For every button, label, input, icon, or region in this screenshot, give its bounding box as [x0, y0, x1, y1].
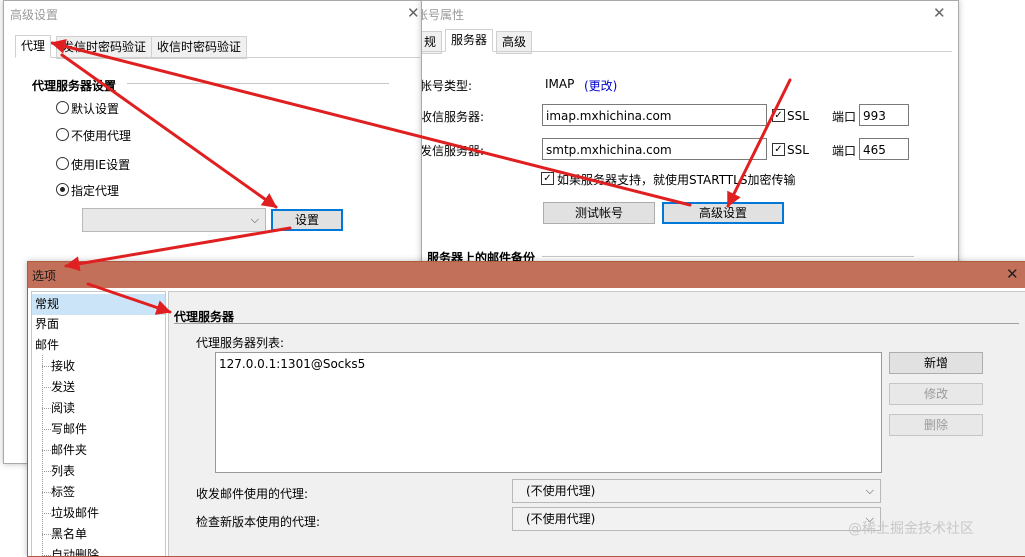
tree-tick	[42, 471, 51, 472]
close-icon[interactable]: ✕	[1006, 265, 1019, 283]
update-proxy-label: 检查新版本使用的代理:	[196, 515, 321, 529]
proxy-list[interactable]: 127.0.0.1:1301@Socks5	[215, 352, 882, 473]
outgoing-server-input[interactable]: smtp.mxhichina.com	[542, 138, 767, 160]
radio-no-proxy[interactable]	[56, 128, 69, 141]
tab-panel-border	[15, 57, 420, 58]
incoming-port-label: 端口	[832, 110, 857, 124]
outgoing-server-label: 发信服务器:	[421, 144, 485, 158]
account-type-label: 帐号类型:	[421, 79, 473, 93]
update-proxy-select[interactable]: (不使用代理) ⌵	[512, 507, 881, 531]
section-divider	[174, 323, 1019, 324]
starttls-label: 如果服务器支持，就使用STARTTLS加密传输	[557, 173, 796, 187]
radio-ie-label: 使用IE设置	[71, 158, 131, 172]
section-divider	[127, 83, 389, 84]
advanced-settings-titlebar: 高级设置 ✕	[4, 1, 426, 27]
outgoing-ssl-label: SSL	[787, 143, 809, 157]
mail-proxy-label: 收发邮件使用的代理:	[196, 487, 309, 501]
delete-proxy-button[interactable]: 删除	[889, 414, 983, 436]
tab-panel-border	[422, 51, 952, 52]
incoming-port-input[interactable]: 993	[859, 104, 909, 126]
tree-tick	[42, 555, 51, 556]
close-icon[interactable]: ✕	[407, 4, 420, 22]
radio-ie[interactable]	[56, 157, 69, 170]
chevron-down-icon: ⌵	[865, 484, 874, 497]
account-properties-window: 帐号属性 ✕ 规 服务器 高级 帐号类型: IMAP (更改) 收信服务器: i…	[421, 0, 959, 270]
tree-tick	[42, 450, 51, 451]
nav-item-mail[interactable]: 邮件	[35, 335, 59, 356]
watermark: @稀土掘金技术社区	[848, 521, 974, 537]
tree-line	[42, 355, 43, 556]
tree-tick	[42, 387, 51, 388]
mail-proxy-value: (不使用代理)	[526, 484, 596, 498]
tree-tick	[42, 429, 51, 430]
settings-button[interactable]: 设置	[271, 209, 343, 231]
options-titlebar: 选项 ✕	[28, 262, 1025, 288]
tab-receive-auth[interactable]: 收信时密码验证	[151, 36, 248, 59]
mail-proxy-select[interactable]: (不使用代理) ⌵	[512, 479, 881, 503]
nav-item-blacklist[interactable]: 黑名单	[51, 524, 87, 545]
nav-item-general[interactable]: 常规	[32, 294, 165, 315]
advanced-settings-button[interactable]: 高级设置	[662, 202, 784, 224]
tree-tick	[42, 513, 51, 514]
outgoing-port-label: 端口	[832, 144, 857, 158]
tab-send-auth[interactable]: 发信时密码验证	[56, 36, 153, 59]
options-title: 选项	[32, 269, 57, 283]
radio-no-proxy-label: 不使用代理	[71, 129, 132, 143]
nav-item-compose[interactable]: 写邮件	[51, 419, 87, 440]
account-properties-title: 帐号属性	[422, 8, 465, 22]
proxy-select[interactable]: ⌵	[82, 208, 266, 232]
nav-item-auto-delete[interactable]: 自动删除	[51, 545, 99, 556]
edit-proxy-button[interactable]: 修改	[889, 383, 983, 405]
outgoing-port-input[interactable]: 465	[859, 138, 909, 160]
nav-item-read[interactable]: 阅读	[51, 398, 75, 419]
incoming-server-label: 收信服务器:	[421, 110, 485, 124]
advanced-settings-title: 高级设置	[10, 8, 59, 22]
tab-proxy[interactable]: 代理	[15, 35, 52, 58]
nav-item-tags[interactable]: 标签	[51, 482, 75, 503]
radio-default-label: 默认设置	[71, 102, 120, 116]
proxy-list-label: 代理服务器列表:	[196, 336, 285, 350]
backup-divider	[542, 256, 914, 257]
incoming-ssl-label: SSL	[787, 109, 809, 123]
add-proxy-button[interactable]: 新增	[889, 352, 983, 374]
nav-item-receive[interactable]: 接收	[51, 356, 75, 377]
account-properties-titlebar: 帐号属性 ✕	[422, 1, 958, 27]
outgoing-ssl-checkbox[interactable]: ✓	[772, 143, 785, 156]
update-proxy-value: (不使用代理)	[526, 512, 596, 526]
nav-item-send[interactable]: 发送	[51, 377, 75, 398]
radio-specified-label: 指定代理	[71, 184, 120, 198]
radio-specified[interactable]	[56, 183, 69, 196]
tree-tick	[42, 492, 51, 493]
tree-tick	[42, 366, 51, 367]
close-icon[interactable]: ✕	[933, 4, 946, 22]
tree-tick	[42, 534, 51, 535]
proxy-section-title: 代理服务器设置	[32, 79, 117, 93]
tree-tick	[42, 408, 51, 409]
radio-default[interactable]	[56, 101, 69, 114]
nav-item-spam[interactable]: 垃圾邮件	[51, 503, 99, 524]
nav-item-folders[interactable]: 邮件夹	[51, 440, 87, 461]
nav-item-list[interactable]: 列表	[51, 461, 75, 482]
starttls-checkbox[interactable]: ✓	[541, 172, 554, 185]
chevron-down-icon: ⌵	[250, 213, 259, 226]
options-nav: 常规 界面 邮件 接收 发送 阅读 写邮件 邮件夹 列表 标签 垃圾邮件 黑名单…	[31, 291, 166, 556]
incoming-ssl-checkbox[interactable]: ✓	[772, 109, 785, 122]
incoming-server-input[interactable]: imap.mxhichina.com	[542, 104, 767, 126]
options-window: 选项 ✕ 常规 界面 邮件 接收 发送 阅读 写邮件 邮件夹 列表 标签 垃圾邮…	[27, 261, 1025, 557]
list-item[interactable]: 127.0.0.1:1301@Socks5	[219, 357, 365, 371]
account-type-value: IMAP	[545, 77, 575, 91]
test-account-button[interactable]: 测试帐号	[543, 202, 655, 224]
tab-server[interactable]: 服务器	[445, 29, 494, 52]
change-link[interactable]: (更改)	[584, 77, 617, 94]
nav-item-interface[interactable]: 界面	[35, 314, 59, 335]
